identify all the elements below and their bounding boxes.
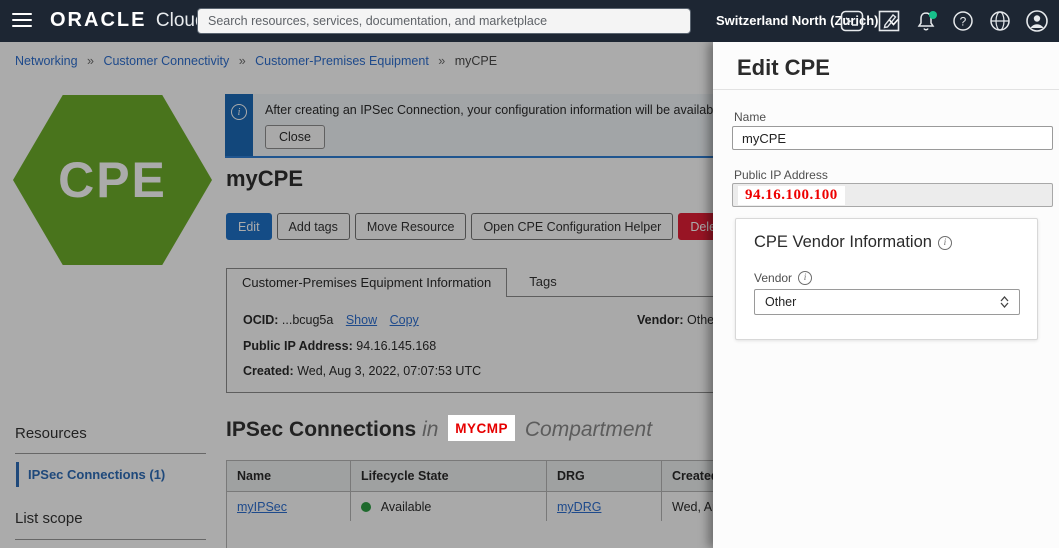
- vendor-select[interactable]: Other: [754, 289, 1020, 315]
- notification-badge-dot: [929, 11, 937, 19]
- cpe-vendor-information-card: CPE Vendor Information i Vendor i Other: [735, 218, 1038, 340]
- edit-cpe-panel: Edit CPE Name Public IP Address 94.16.10…: [713, 42, 1059, 548]
- topbar-icon-group: ?: [840, 0, 1049, 42]
- name-input[interactable]: [732, 126, 1053, 150]
- vendor-card-title-text: CPE Vendor Information: [754, 233, 932, 251]
- info-icon[interactable]: i: [798, 271, 813, 285]
- notifications-icon[interactable]: [914, 9, 938, 33]
- info-icon[interactable]: i: [937, 236, 952, 250]
- top-navigation-bar: ORACLE Cloud Switzerland North (Zurich): [0, 0, 1059, 42]
- cloud-shell-icon[interactable]: [840, 9, 864, 33]
- oracle-cloud-logo[interactable]: ORACLE Cloud: [50, 9, 206, 32]
- vendor-select-label: Vendor i: [754, 271, 813, 285]
- divider: [713, 89, 1059, 90]
- vendor-card-title: CPE Vendor Information i: [754, 233, 952, 252]
- public-ip-field-label: Public IP Address: [734, 168, 828, 182]
- vendor-label-text: Vendor: [754, 271, 793, 285]
- vendor-selected-value: Other: [765, 295, 797, 309]
- brand-oracle: ORACLE: [50, 9, 147, 31]
- edit-announcements-icon[interactable]: [877, 9, 901, 33]
- public-ip-input-disabled: 94.16.100.100: [732, 183, 1053, 207]
- oracle-cloud-console: ORACLE Cloud Switzerland North (Zurich): [0, 0, 1059, 548]
- name-field-label: Name: [734, 110, 767, 124]
- help-icon[interactable]: ?: [951, 9, 975, 33]
- compartment-name-annotation: MYCMP: [448, 415, 516, 441]
- public-ip-annotation: 94.16.100.100: [738, 185, 845, 205]
- svg-text:?: ?: [960, 15, 967, 29]
- page-content: Networking » Customer Connectivity » Cus…: [0, 42, 1059, 548]
- hamburger-menu-icon[interactable]: [12, 13, 32, 29]
- language-icon[interactable]: [988, 9, 1012, 33]
- global-search-input[interactable]: [197, 8, 691, 34]
- select-spinner-icon: [1000, 296, 1009, 308]
- edit-panel-title: Edit CPE: [737, 55, 830, 80]
- user-icon[interactable]: [1025, 9, 1049, 33]
